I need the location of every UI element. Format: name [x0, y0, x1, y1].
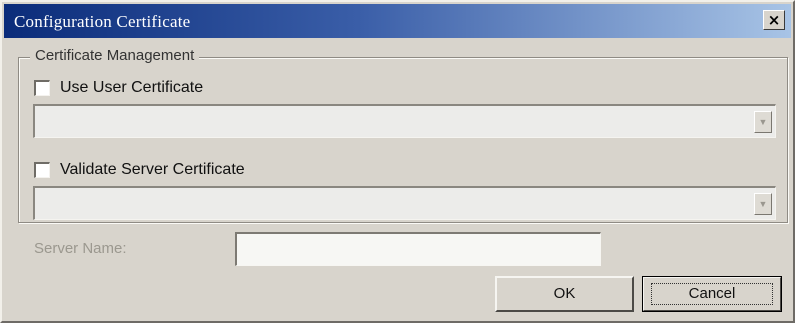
chevron-down-icon[interactable]: ▼	[754, 193, 772, 215]
ok-button[interactable]: OK	[495, 276, 634, 312]
use-user-certificate-row[interactable]: Use User Certificate	[34, 79, 203, 97]
title-bar[interactable]: Configuration Certificate ×	[4, 4, 791, 38]
cancel-button-label: Cancel	[688, 285, 736, 302]
close-icon: ×	[767, 11, 781, 29]
server-name-label: Server Name:	[34, 240, 127, 257]
chevron-down-icon[interactable]: ▼	[754, 111, 772, 133]
validate-server-certificate-label: Validate Server Certificate	[60, 161, 245, 178]
use-user-certificate-checkbox[interactable]	[34, 80, 50, 96]
server-certificate-dropdown[interactable]: ▼	[33, 186, 776, 220]
close-button[interactable]: ×	[763, 10, 785, 30]
certificate-management-label: Certificate Management	[30, 47, 200, 64]
server-name-input[interactable]	[235, 232, 601, 266]
cancel-button[interactable]: Cancel	[642, 276, 782, 312]
user-certificate-dropdown[interactable]: ▼	[33, 104, 776, 138]
window-title: Configuration Certificate	[14, 12, 191, 31]
validate-server-certificate-checkbox[interactable]	[34, 162, 50, 178]
validate-server-certificate-row[interactable]: Validate Server Certificate	[34, 161, 245, 179]
use-user-certificate-label: Use User Certificate	[60, 79, 204, 96]
